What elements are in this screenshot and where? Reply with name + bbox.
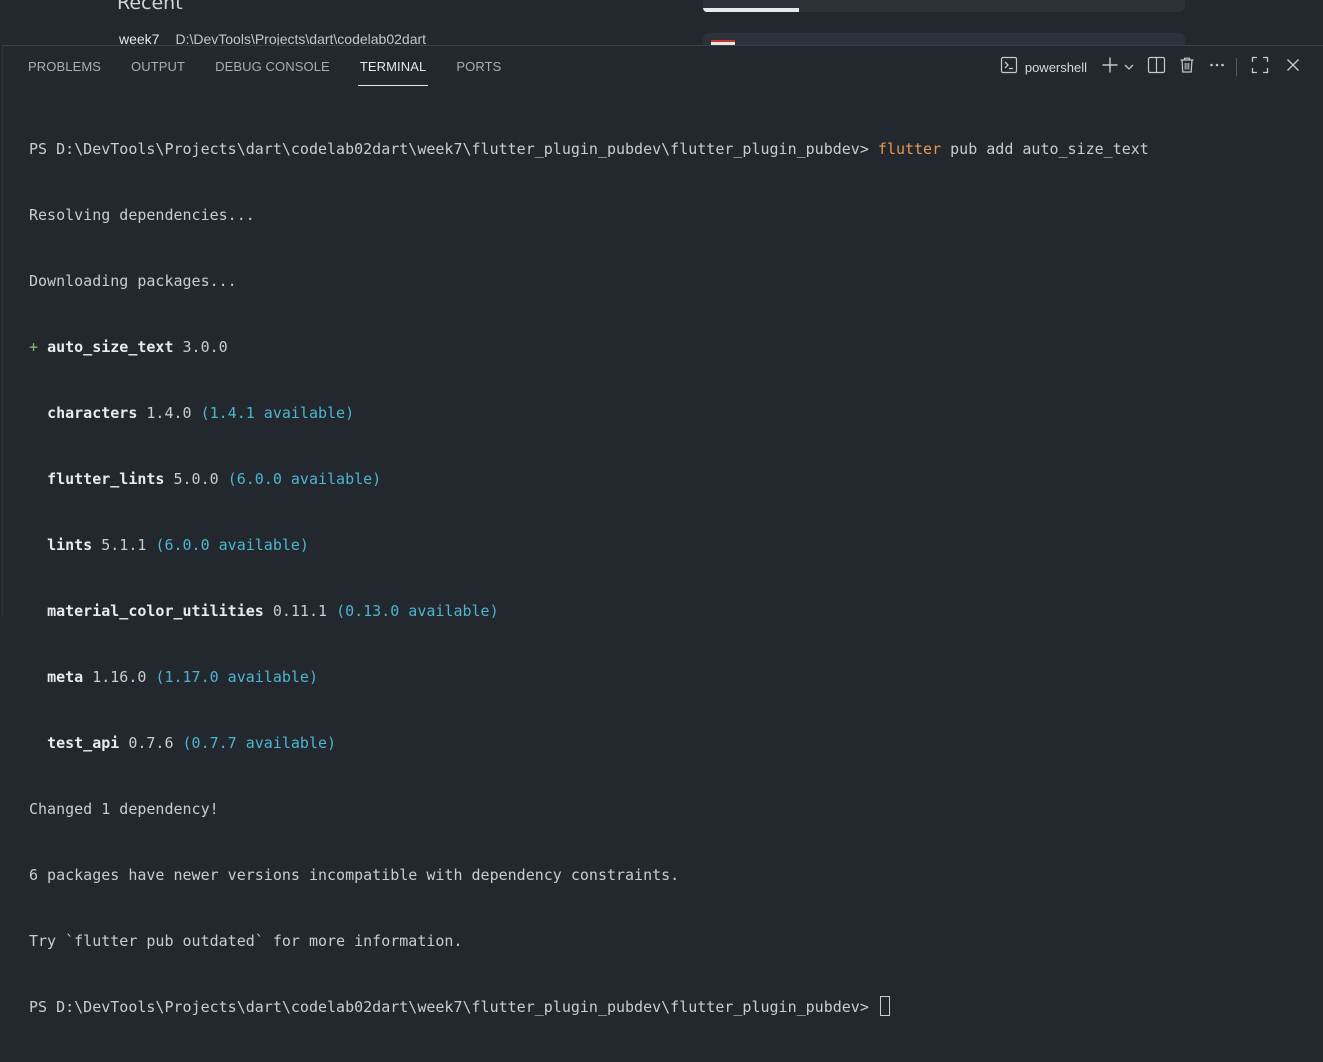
more-actions-button[interactable] — [1208, 55, 1226, 79]
package-line: characters 1.4.0 (1.4.1 available) — [29, 402, 1149, 424]
trash-icon — [1178, 56, 1196, 78]
shell-label: powershell — [1024, 59, 1087, 75]
terminal-line: Try `flutter pub outdated` for more info… — [29, 932, 463, 950]
package-version: 0.11.1 — [263, 602, 337, 620]
terminal-line: 6 packages have newer versions incompati… — [29, 866, 680, 884]
ellipsis-icon — [1208, 56, 1226, 78]
terminal-output[interactable]: PS D:\DevTools\Projects\dart\codelab02da… — [29, 94, 1149, 1062]
walkthrough-progress — [703, 8, 799, 12]
recent-item-week7[interactable]: week7 D:\DevTools\Projects\dart\codelab02… — [119, 31, 426, 45]
package-name: test_api — [47, 734, 120, 752]
maximize-icon — [1251, 56, 1269, 78]
bottom-panel: PROBLEMS OUTPUT DEBUG CONSOLE TERMINAL P… — [2, 45, 1323, 1016]
tab-ports[interactable]: PORTS — [456, 46, 501, 84]
panel-tabs: PROBLEMS OUTPUT DEBUG CONSOLE TERMINAL P… — [3, 46, 516, 86]
package-version: 3.0.0 — [173, 338, 228, 356]
package-line: lints 5.1.1 (6.0.0 available) — [29, 534, 1149, 556]
plus-icon — [1101, 56, 1119, 78]
terminal-line: Changed 1 dependency! — [29, 800, 219, 818]
command-args: pub add auto_size_text — [941, 140, 1149, 158]
terminal-icon — [1000, 56, 1018, 78]
actions-separator — [1236, 58, 1237, 76]
new-terminal-button[interactable] — [1101, 55, 1135, 79]
terminal-line: Resolving dependencies... — [29, 206, 255, 224]
prompt: PS D:\DevTools\Projects\dart\codelab02da… — [29, 140, 878, 158]
prompt: PS D:\DevTools\Projects\dart\codelab02da… — [29, 998, 878, 1016]
package-available: (6.0.0 available) — [227, 470, 382, 488]
chevron-down-icon[interactable] — [1123, 61, 1135, 73]
package-available: (0.7.7 available) — [182, 734, 337, 752]
package-name: flutter_lints — [47, 470, 165, 488]
maximize-panel-button[interactable] — [1251, 55, 1269, 79]
package-version: 5.0.0 — [164, 470, 228, 488]
package-line: material_color_utilities 0.11.1 (0.13.0 … — [29, 600, 1149, 622]
recent-heading: Recent — [117, 0, 183, 14]
tab-debug-console[interactable]: DEBUG CONSOLE — [215, 46, 330, 84]
package-available: (1.17.0 available) — [155, 668, 318, 686]
terminal-line: + auto_size_text 3.0.0 — [29, 336, 1149, 358]
tab-output[interactable]: OUTPUT — [131, 46, 185, 84]
package-available: (6.0.0 available) — [155, 536, 309, 554]
welcome-page-fragment: Recent week7 D:\DevTools\Projects\dart\co… — [0, 0, 1323, 45]
walkthrough-card[interactable] — [703, 33, 1185, 45]
package-version: 0.7.6 — [119, 734, 183, 752]
close-icon — [1285, 57, 1301, 77]
panel-actions: powershell — [1000, 55, 1301, 79]
added-marker: + — [29, 338, 48, 356]
package-available: (1.4.1 available) — [200, 404, 355, 422]
walkthrough-card[interactable] — [703, 0, 1185, 12]
terminal-line: Downloading packages... — [29, 272, 237, 290]
split-icon — [1147, 56, 1166, 78]
recent-item-name[interactable]: week7 — [119, 31, 159, 45]
terminal-line: PS D:\DevTools\Projects\dart\codelab02da… — [29, 138, 1149, 160]
tab-problems[interactable]: PROBLEMS — [28, 46, 101, 84]
package-name: meta — [47, 668, 84, 686]
package-name: material_color_utilities — [47, 602, 264, 620]
package-name: characters — [47, 404, 138, 422]
package-version: 1.4.0 — [137, 404, 201, 422]
package-version: 1.16.0 — [83, 668, 156, 686]
terminal-shell-selector[interactable]: powershell — [1000, 55, 1087, 79]
command-name: flutter — [877, 140, 942, 158]
recent-item-path: D:\DevTools\Projects\dart\codelab02dart — [175, 31, 427, 45]
kill-terminal-button[interactable] — [1178, 55, 1196, 79]
package-line: test_api 0.7.6 (0.7.7 available) — [29, 732, 1149, 754]
terminal-line: PS D:\DevTools\Projects\dart\codelab02da… — [29, 996, 1149, 1018]
terminal-cursor[interactable] — [879, 996, 890, 1016]
package-name: auto_size_text — [47, 338, 174, 356]
package-version: 5.1.1 — [92, 536, 156, 554]
package-line: flutter_lints 5.0.0 (6.0.0 available) — [29, 468, 1149, 490]
package-name: lints — [47, 536, 93, 554]
tab-terminal[interactable]: TERMINAL — [357, 46, 428, 86]
close-panel-button[interactable] — [1285, 55, 1301, 79]
package-available: (0.13.0 available) — [336, 602, 499, 620]
split-terminal-button[interactable] — [1147, 55, 1166, 79]
package-line: meta 1.16.0 (1.17.0 available) — [29, 666, 1149, 688]
